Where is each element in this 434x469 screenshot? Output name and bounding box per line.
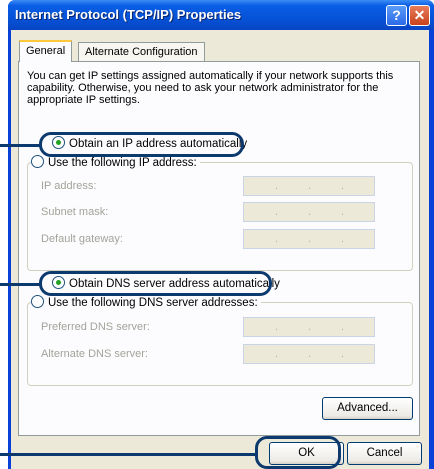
dns-manual-radio[interactable]: Use the following DNS server addresses: xyxy=(31,295,261,311)
ip-manual-radio[interactable]: Use the following IP address: xyxy=(31,155,200,171)
dialog-client-area: General Alternate Configuration You can … xyxy=(11,30,429,469)
help-icon: ? xyxy=(392,7,401,23)
alternate-dns-label: Alternate DNS server: xyxy=(41,348,148,360)
callout-leader-ok xyxy=(0,453,256,456)
ip-manual-label: Use the following IP address: xyxy=(48,157,197,169)
tcpip-properties-dialog: Internet Protocol (TCP/IP) Properties ? … xyxy=(8,0,434,469)
cancel-button[interactable]: Cancel xyxy=(347,442,422,465)
general-tab-panel: You can get IP settings assigned automat… xyxy=(18,61,420,436)
callout-dns-auto xyxy=(39,271,272,296)
close-button[interactable]: ✕ xyxy=(409,5,430,26)
description-text: You can get IP settings assigned automat… xyxy=(27,70,394,106)
radio-unselected-icon xyxy=(31,155,44,168)
default-gateway-field[interactable]: ... xyxy=(243,229,375,249)
subnet-mask-label: Subnet mask: xyxy=(41,206,109,218)
close-icon: ✕ xyxy=(413,7,426,23)
help-button[interactable]: ? xyxy=(386,5,407,26)
window-title: Internet Protocol (TCP/IP) Properties xyxy=(15,7,242,22)
subnet-mask-field[interactable]: ... xyxy=(243,202,375,222)
ip-address-label: IP address: xyxy=(41,180,97,192)
title-bar[interactable]: Internet Protocol (TCP/IP) Properties ? … xyxy=(8,0,434,30)
preferred-dns-label: Preferred DNS server: xyxy=(41,321,150,333)
default-gateway-label: Default gateway: xyxy=(41,233,123,245)
callout-leader-ip xyxy=(0,144,40,147)
tab-general[interactable]: General xyxy=(19,40,73,62)
preferred-dns-field[interactable]: ... xyxy=(243,317,375,337)
callout-leader-dns xyxy=(0,283,40,286)
callout-ok-button xyxy=(255,436,341,469)
tab-alternate-configuration[interactable]: Alternate Configuration xyxy=(78,42,205,62)
advanced-button[interactable]: Advanced... xyxy=(322,397,413,420)
ip-address-field[interactable]: ... xyxy=(243,176,375,196)
dns-manual-label: Use the following DNS server addresses: xyxy=(48,297,258,309)
callout-ip-auto xyxy=(39,132,244,157)
alternate-dns-field[interactable]: ... xyxy=(243,344,375,364)
radio-unselected-icon xyxy=(31,295,44,308)
